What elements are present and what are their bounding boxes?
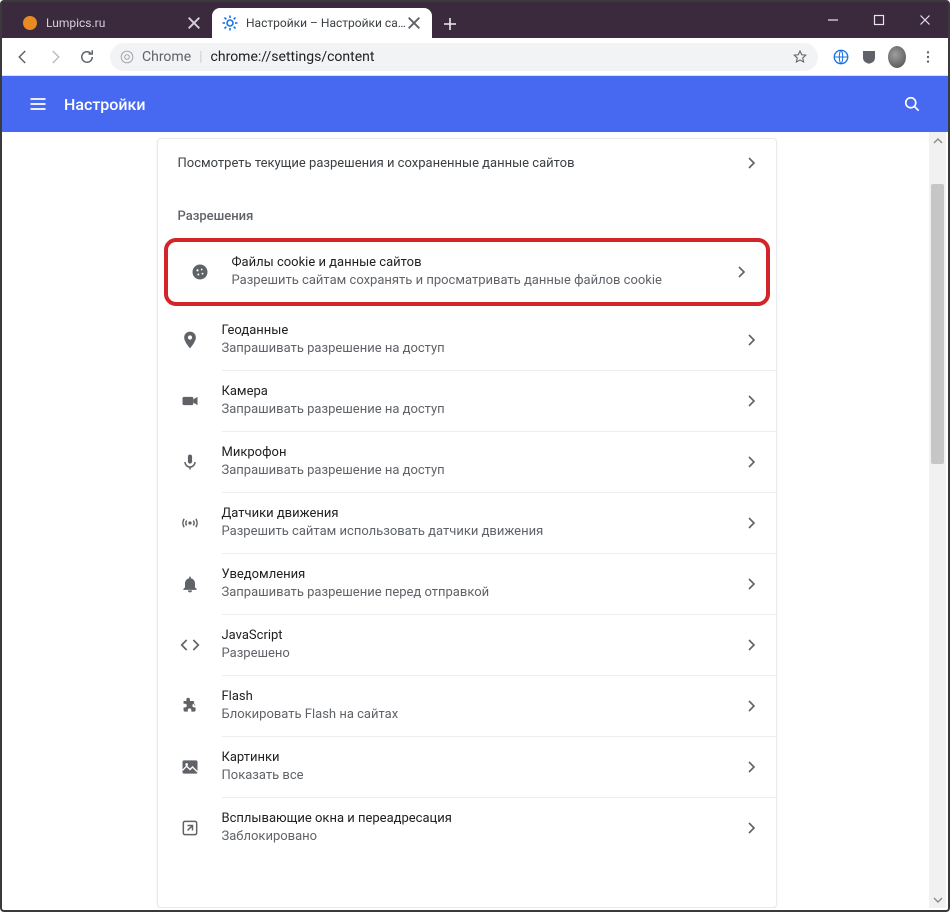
hamburger-menu-icon[interactable] (18, 84, 58, 124)
row-subtitle: Показать все (222, 767, 748, 785)
browser-toolbar: Chrome | chrome://settings/content (2, 38, 948, 76)
browser-tab-settings[interactable]: Настройки – Настройки сайта (212, 8, 432, 38)
profile-avatar[interactable] (888, 48, 906, 66)
cookie-icon (188, 260, 212, 284)
extension-globe-icon[interactable] (832, 48, 850, 66)
omnibox-chip: Chrome (142, 49, 191, 65)
permission-row-sensors[interactable]: Датчики движенияРазрешить сайтам использ… (158, 493, 776, 553)
row-label: Посмотреть текущие разрешения и сохранен… (178, 156, 575, 171)
permission-row-mic[interactable]: МикрофонЗапрашивать разрешение на доступ (158, 432, 776, 492)
bookmark-star-icon[interactable] (792, 49, 808, 65)
scrollbar-thumb[interactable] (931, 184, 944, 464)
row-subtitle: Запрашивать разрешение на доступ (222, 401, 748, 419)
page-title: Настройки (64, 95, 145, 114)
permission-row-cookie[interactable]: Файлы cookie и данные сайтовРазрешить са… (168, 242, 766, 302)
forward-button[interactable] (40, 42, 70, 72)
row-title: Файлы cookie и данные сайтов (232, 254, 738, 272)
row-title: JavaScript (222, 627, 748, 645)
row-subtitle: Запрашивать разрешение перед отправкой (222, 584, 748, 602)
browser-tabs: Lumpics.ru Настройки – Настройки сайта (2, 2, 464, 38)
window-close-button[interactable] (902, 2, 948, 38)
page-scrollbar[interactable] (929, 132, 946, 908)
chevron-right-icon (748, 334, 756, 346)
sensors-icon (178, 511, 202, 535)
settings-card: Посмотреть текущие разрешения и сохранен… (157, 138, 777, 908)
chevron-right-icon (748, 517, 756, 529)
image-icon (178, 755, 202, 779)
bell-icon (178, 572, 202, 596)
row-subtitle: Блокировать Flash на сайтах (222, 706, 748, 724)
chevron-right-icon (748, 395, 756, 407)
close-tab-icon[interactable] (406, 15, 422, 31)
permission-row-puzzle[interactable]: FlashБлокировать Flash на сайтах (158, 676, 776, 736)
row-title: Геоданные (222, 322, 748, 340)
omnibox-url: chrome://settings/content (211, 49, 784, 65)
window-titlebar: Lumpics.ru Настройки – Настройки сайта (2, 2, 948, 38)
permission-row-camera[interactable]: КамераЗапрашивать разрешение на доступ (158, 371, 776, 431)
row-subtitle: Разрешить сайтам использовать датчики дв… (222, 523, 748, 541)
address-bar[interactable]: Chrome | chrome://settings/content (110, 43, 818, 71)
browser-menu-button[interactable] (914, 49, 942, 65)
camera-icon (178, 389, 202, 413)
scroll-down-icon[interactable] (929, 891, 946, 908)
row-title: Микрофон (222, 444, 748, 462)
popup-icon (178, 816, 202, 840)
close-tab-icon[interactable] (186, 15, 202, 31)
permission-row-bell[interactable]: УведомленияЗапрашивать разрешение перед … (158, 554, 776, 614)
tab-title: Lumpics.ru (46, 16, 186, 30)
row-title: Картинки (222, 749, 748, 767)
code-icon (178, 633, 202, 657)
back-button[interactable] (8, 42, 38, 72)
scroll-up-icon[interactable] (929, 132, 946, 149)
chrome-logo-icon (120, 50, 134, 64)
section-label: Разрешения (158, 187, 776, 234)
permission-row-code[interactable]: JavaScriptРазрешено (158, 615, 776, 675)
permission-row-image[interactable]: КартинкиПоказать все (158, 737, 776, 797)
row-title: Flash (222, 688, 748, 706)
chevron-right-icon (738, 266, 746, 278)
puzzle-icon (178, 694, 202, 718)
row-subtitle: Разрешено (222, 645, 748, 663)
row-subtitle: Запрашивать разрешение на доступ (222, 340, 748, 358)
extension-icons (826, 48, 912, 66)
new-tab-button[interactable] (436, 10, 464, 38)
reload-button[interactable] (72, 42, 102, 72)
search-icon[interactable] (892, 84, 932, 124)
chevron-right-icon (748, 822, 756, 834)
chevron-right-icon (748, 639, 756, 651)
chevron-right-icon (748, 157, 756, 169)
highlighted-row: Файлы cookie и данные сайтовРазрешить са… (164, 238, 770, 306)
row-title: Датчики движения (222, 505, 748, 523)
mic-icon (178, 450, 202, 474)
favicon-lumpics (22, 15, 38, 31)
view-site-data-row[interactable]: Посмотреть текущие разрешения и сохранен… (158, 139, 776, 187)
chevron-right-icon (748, 578, 756, 590)
browser-tab-lumpics[interactable]: Lumpics.ru (12, 8, 212, 38)
window-controls (810, 2, 948, 38)
chevron-right-icon (748, 761, 756, 773)
row-subtitle: Запрашивать разрешение на доступ (222, 462, 748, 480)
row-title: Всплывающие окна и переадресация (222, 810, 748, 828)
permission-row-popup[interactable]: Всплывающие окна и переадресацияЗаблокир… (158, 798, 776, 858)
chevron-right-icon (748, 700, 756, 712)
favicon-settings-icon (222, 15, 238, 31)
row-subtitle: Заблокировано (222, 828, 748, 846)
chevron-right-icon (748, 456, 756, 468)
row-title: Камера (222, 383, 748, 401)
tab-title: Настройки – Настройки сайта (246, 16, 406, 30)
row-title: Уведомления (222, 566, 748, 584)
window-maximize-button[interactable] (856, 2, 902, 38)
settings-header: Настройки (2, 76, 948, 132)
permission-row-location[interactable]: ГеоданныеЗапрашивать разрешение на досту… (158, 310, 776, 370)
window-minimize-button[interactable] (810, 2, 856, 38)
extension-ublock-icon[interactable] (860, 48, 878, 66)
location-icon (178, 328, 202, 352)
row-subtitle: Разрешить сайтам сохранять и просматрива… (232, 272, 738, 290)
